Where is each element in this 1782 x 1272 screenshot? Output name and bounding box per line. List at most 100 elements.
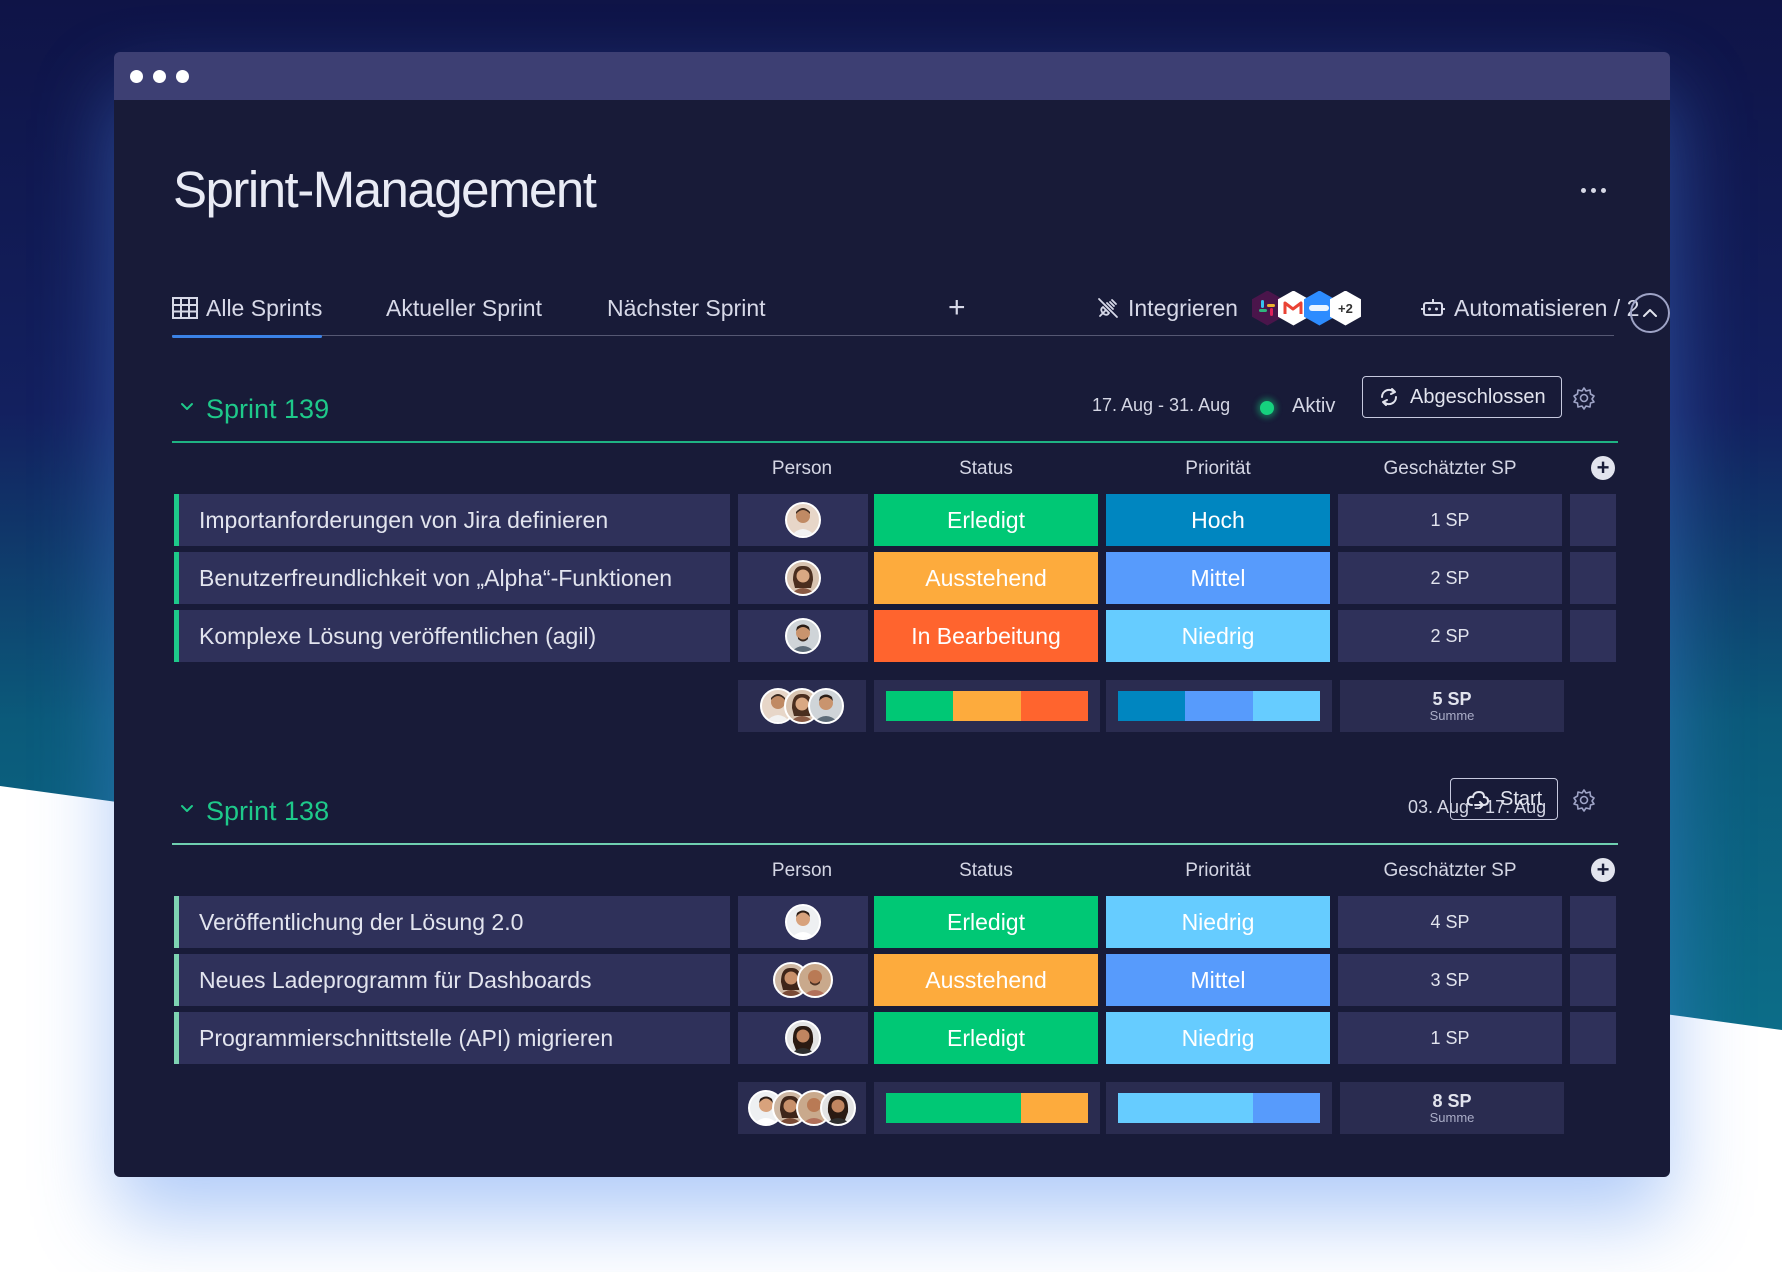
- table-row: Neues Ladeprogramm für Dashboards Ausste…: [172, 954, 1618, 1006]
- status-cell[interactable]: Erledigt: [874, 896, 1098, 948]
- complete-sprint-button[interactable]: Abgeschlossen: [1362, 376, 1562, 418]
- table-row: Benutzerfreundlichkeit von „Alpha“-Funkt…: [172, 552, 1618, 604]
- sp-total-label: Summe: [1429, 1109, 1475, 1125]
- group-divider: [172, 843, 1618, 845]
- status-cell[interactable]: Ausstehend: [874, 552, 1098, 604]
- column-header-status: Status: [959, 860, 1013, 881]
- window-titlebar: [114, 52, 1670, 100]
- automate-label: Automatisieren / 2: [1454, 294, 1640, 321]
- table-row: Veröffentlichung der Lösung 2.0 Erledigt…: [172, 896, 1618, 948]
- complete-label: Abgeschlossen: [1410, 385, 1546, 408]
- window-dot: [130, 69, 143, 83]
- extra-cell[interactable]: [1570, 494, 1616, 546]
- avatar: [797, 962, 833, 998]
- status-cell[interactable]: Erledigt: [874, 494, 1098, 546]
- priority-cell[interactable]: Mittel: [1106, 954, 1330, 1006]
- automate-button[interactable]: Automatisieren / 2: [1420, 280, 1639, 336]
- group-title[interactable]: Sprint 138: [206, 796, 329, 827]
- extra-cell[interactable]: [1570, 954, 1616, 1006]
- status-summary-segment: [1021, 1093, 1088, 1123]
- avatar: [808, 688, 844, 724]
- extra-cell[interactable]: [1570, 610, 1616, 662]
- more-options-icon[interactable]: [1581, 184, 1611, 196]
- tab-label: Alle Sprints: [206, 294, 323, 321]
- chevron-down-icon[interactable]: [180, 402, 194, 412]
- integrate-button[interactable]: Integrieren +2: [1096, 280, 1361, 336]
- tab-alle-sprints[interactable]: Alle Sprints: [172, 280, 323, 338]
- task-name[interactable]: Komplexe Lösung veröffentlichen (agil): [174, 610, 730, 662]
- person-cell[interactable]: [738, 494, 868, 546]
- task-name[interactable]: Veröffentlichung der Lösung 2.0: [174, 896, 730, 948]
- integrate-label: Integrieren: [1128, 294, 1238, 321]
- avatar: [785, 560, 821, 596]
- priority-cell[interactable]: Niedrig: [1106, 610, 1330, 662]
- task-name[interactable]: Neues Ladeprogramm für Dashboards: [174, 954, 730, 1006]
- integration-icons: +2: [1251, 290, 1361, 326]
- task-name[interactable]: Programmierschnittstelle (API) migrieren: [174, 1012, 730, 1064]
- sp-cell[interactable]: 1 SP: [1338, 494, 1562, 546]
- sp-cell[interactable]: 1 SP: [1338, 1012, 1562, 1064]
- sprint-state-label: Aktiv: [1292, 395, 1336, 417]
- sp-total: 5 SP: [1432, 688, 1472, 709]
- page-title: Sprint-Management: [173, 161, 597, 218]
- person-cell[interactable]: [738, 954, 868, 1006]
- avatar: [785, 502, 821, 538]
- plus-icon: +: [948, 291, 966, 324]
- status-summary: [874, 1082, 1100, 1134]
- collapse-header-button[interactable]: [1630, 293, 1670, 333]
- chevron-down-icon[interactable]: [180, 804, 194, 814]
- extra-cell[interactable]: [1570, 896, 1616, 948]
- gear-icon[interactable]: [1572, 386, 1596, 410]
- group-header: Sprint 138 03. Aug - 17. Aug Start: [172, 778, 1618, 845]
- group-title[interactable]: Sprint 139: [206, 394, 329, 425]
- add-column-button[interactable]: +: [1591, 858, 1615, 882]
- status-summary-segment: [1021, 691, 1088, 721]
- board-content: Sprint-Management Alle Sprints Aktueller…: [114, 100, 1670, 1177]
- person-cell[interactable]: [738, 1012, 868, 1064]
- sp-cell[interactable]: 4 SP: [1338, 896, 1562, 948]
- status-cell[interactable]: In Bearbeitung: [874, 610, 1098, 662]
- status-cell[interactable]: Erledigt: [874, 1012, 1098, 1064]
- priority-cell[interactable]: Mittel: [1106, 552, 1330, 604]
- status-summary-segment: [952, 691, 1022, 721]
- sp-cell[interactable]: 2 SP: [1338, 552, 1562, 604]
- sprint-group: Sprint 139 17. Aug - 31. Aug Aktiv Abges…: [172, 376, 1618, 736]
- priority-summary: [1106, 1082, 1332, 1134]
- add-column-button[interactable]: +: [1591, 456, 1615, 480]
- avatar: [785, 618, 821, 654]
- group-summary: 8 SP Summe: [172, 1082, 1618, 1134]
- priority-cell[interactable]: Niedrig: [1106, 1012, 1330, 1064]
- priority-summary-segment: [1184, 691, 1254, 721]
- extra-cell[interactable]: [1570, 1012, 1616, 1064]
- cloud-sync-icon: [1466, 790, 1490, 809]
- task-name[interactable]: Benutzerfreundlichkeit von „Alpha“-Funkt…: [174, 552, 730, 604]
- sprint-daterange: 17. Aug - 31. Aug: [1092, 395, 1231, 415]
- avatar: [785, 1020, 821, 1056]
- summary-people: [738, 1082, 866, 1134]
- priority-cell[interactable]: Niedrig: [1106, 896, 1330, 948]
- sp-summary: 8 SP Summe: [1340, 1082, 1564, 1134]
- task-name[interactable]: Importanforderungen von Jira definieren: [174, 494, 730, 546]
- tab-aktueller-sprint[interactable]: Aktueller Sprint: [386, 280, 542, 336]
- add-view-button[interactable]: +: [948, 280, 966, 336]
- person-cell[interactable]: [738, 552, 868, 604]
- tab-naechster-sprint[interactable]: Nächster Sprint: [607, 280, 766, 336]
- window-dot: [153, 69, 166, 83]
- priority-cell[interactable]: Hoch: [1106, 494, 1330, 546]
- extra-cell[interactable]: [1570, 552, 1616, 604]
- sp-cell[interactable]: 3 SP: [1338, 954, 1562, 1006]
- start-sprint-button[interactable]: Start: [1450, 778, 1559, 820]
- priority-summary-segment: [1253, 691, 1320, 721]
- priority-summary-bar: [1118, 1093, 1320, 1123]
- status-summary-segment: [886, 1093, 1022, 1123]
- person-cell[interactable]: [738, 610, 868, 662]
- priority-summary-segment: [1118, 691, 1185, 721]
- view-tabs: Alle Sprints Aktueller Sprint Nächster S…: [172, 280, 1670, 338]
- gear-icon[interactable]: [1572, 788, 1596, 812]
- table-row: Komplexe Lösung veröffentlichen (agil) I…: [172, 610, 1618, 662]
- status-cell[interactable]: Ausstehend: [874, 954, 1098, 1006]
- person-cell[interactable]: [738, 896, 868, 948]
- sp-cell[interactable]: 2 SP: [1338, 610, 1562, 662]
- table-row: Importanforderungen von Jira definieren …: [172, 494, 1618, 546]
- sp-total: 8 SP: [1432, 1090, 1472, 1111]
